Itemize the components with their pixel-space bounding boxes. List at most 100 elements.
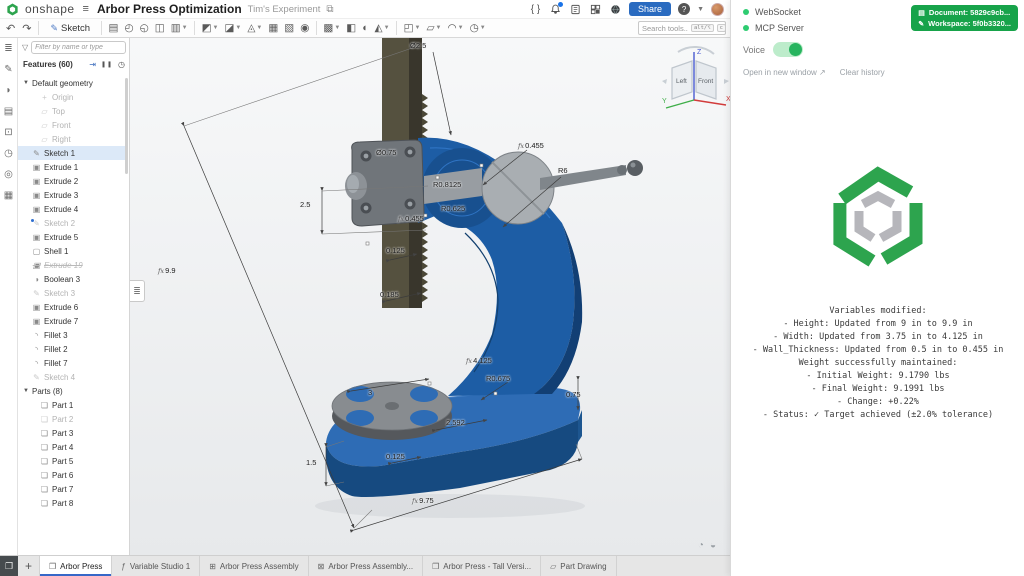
tree-item[interactable]: ❏Part 8	[18, 496, 126, 510]
thicken-icon[interactable]: ▥▼	[169, 22, 189, 34]
boolean-icon[interactable]: ◐	[361, 22, 370, 34]
tree-item[interactable]: ✎Sketch 1	[18, 146, 126, 160]
comments-icon[interactable]: ◗	[5, 86, 11, 96]
split-icon[interactable]: ◭▼	[373, 22, 391, 34]
section-view-icon[interactable]: ◔	[698, 540, 704, 551]
draft-icon[interactable]: ◬▼	[246, 22, 264, 34]
model-canvas[interactable]: Ø2.52.5fx9.9Ø0.75fx0.455R6R0.8125R0.625f…	[130, 38, 730, 555]
tab-part-drawing[interactable]: ▱Part Drawing	[541, 556, 616, 576]
tree-item[interactable]: ▣Extrude 7	[18, 314, 126, 328]
share-button[interactable]: Share	[629, 2, 671, 16]
search-icon[interactable]: ◎	[4, 170, 13, 180]
insert-icon[interactable]: ⇥	[89, 60, 96, 69]
rib-icon[interactable]: ▦	[267, 22, 280, 34]
curve-icon[interactable]: ◠▼	[446, 22, 465, 34]
tree-item[interactable]: ▢Shell 1	[18, 244, 126, 258]
tab-variable-studio-1[interactable]: ƒVariable Studio 1	[112, 556, 200, 576]
sketch-icon: ✎	[32, 149, 41, 158]
add-tab-button[interactable]: +	[18, 556, 40, 576]
tree-item[interactable]: ▱Right	[18, 132, 126, 146]
apps-grid-icon[interactable]	[589, 3, 602, 16]
tree-item-label: Shell 1	[44, 247, 68, 256]
tables-icon[interactable]: ▦	[4, 191, 13, 201]
chamfer-icon[interactable]: ◪▼	[223, 22, 243, 34]
sketch-button[interactable]: ✎ Sketch	[44, 21, 96, 36]
tree-item[interactable]: ▣Extrude 1	[18, 160, 126, 174]
tree-item[interactable]: ▱Top	[18, 104, 126, 118]
mirror-icon[interactable]: ◧	[345, 22, 358, 34]
perspective-icon[interactable]: ◒	[710, 540, 716, 551]
avatar[interactable]	[711, 3, 724, 16]
undo-button[interactable]: ↶	[4, 22, 17, 35]
clear-history-link[interactable]: Clear history	[840, 68, 885, 77]
chevron-down-icon[interactable]: ▼	[697, 6, 704, 13]
tab-manager-icon[interactable]: ❐	[0, 556, 18, 576]
redo-button[interactable]: ↷	[20, 22, 33, 35]
open-new-window-link[interactable]: Open in new window ↗	[743, 68, 826, 77]
notes-icon[interactable]	[569, 3, 582, 16]
tree-item[interactable]: ❏Part 5	[18, 454, 126, 468]
history-icon[interactable]: ◷	[4, 149, 13, 159]
hole-icon[interactable]: ◉	[299, 22, 311, 34]
history-icon[interactable]: ◷	[118, 60, 125, 69]
tree-item[interactable]: ◝Fillet 7	[18, 356, 126, 370]
tree-item[interactable]: +Origin	[18, 90, 126, 104]
tree-item[interactable]: ❏Part 1	[18, 398, 126, 412]
tree-item[interactable]: ✎Sketch 3	[18, 286, 126, 300]
feature-list-icon[interactable]: ▤	[4, 107, 13, 117]
appearance-icon[interactable]: ✎	[4, 65, 12, 75]
transform-icon[interactable]: ◰▼	[402, 22, 422, 34]
tree-item[interactable]: ❏Part 3	[18, 426, 126, 440]
tree-item[interactable]: ▣Extrude 6	[18, 300, 126, 314]
tree-item[interactable]: ▣Extrude 2	[18, 174, 126, 188]
panel-flyout-toggle[interactable]: ≣	[130, 280, 145, 302]
sweep-icon[interactable]: ◵	[138, 22, 150, 34]
tree-item[interactable]: ✎Sketch 4	[18, 370, 126, 384]
tree-group-default-geometry[interactable]: ▼Default geometry	[18, 76, 126, 90]
filter-input[interactable]	[31, 41, 126, 54]
globe-icon[interactable]	[609, 3, 622, 16]
view-cube[interactable]: Z Y X Left Front	[658, 44, 730, 118]
tree-item[interactable]: ❏Part 6	[18, 468, 126, 482]
tree-item[interactable]: ❏Part 2	[18, 412, 126, 426]
help-button[interactable]: ?	[678, 3, 690, 15]
tree-item[interactable]: ▣Extrude 3	[18, 188, 126, 202]
loft-icon[interactable]: ◫	[153, 22, 166, 34]
code-icon[interactable]: { }	[529, 3, 542, 16]
tree-item[interactable]: ▱Front	[18, 118, 126, 132]
notifications-bell-icon[interactable]	[549, 3, 562, 16]
tree-item[interactable]: ▣Extrude 4	[18, 202, 126, 216]
tree-item[interactable]: ▣Extrude 19	[18, 258, 126, 272]
chevron-down-icon[interactable]: ▼	[23, 80, 29, 86]
configurations-icon[interactable]: ≣	[4, 44, 12, 54]
scrollbar[interactable]	[125, 78, 128, 174]
plane-icon[interactable]: ▱▼	[425, 22, 443, 34]
tree-item[interactable]: ✎Sketch 2	[18, 216, 126, 230]
measure-icon[interactable]: ◷▼	[468, 22, 487, 34]
extrude-icon[interactable]: ▤	[107, 22, 120, 34]
voice-toggle[interactable]	[773, 42, 803, 57]
tree-item[interactable]: ❏Part 4	[18, 440, 126, 454]
tab-arbor-press-tall-versi-[interactable]: ❒Arbor Press - Tall Versi...	[423, 556, 541, 576]
chevron-down-icon[interactable]: ▼	[23, 388, 29, 394]
workspace-name[interactable]: Tim's Experiment	[248, 4, 321, 15]
tree-item[interactable]: ◝Fillet 2	[18, 342, 126, 356]
shell-icon[interactable]: ▧	[283, 22, 296, 34]
revolve-icon[interactable]: ◴	[123, 22, 135, 34]
document-menu-icon[interactable]: ≡	[83, 3, 89, 15]
tree-item[interactable]: ❏Part 7	[18, 482, 126, 496]
pause-icon[interactable]: ❚❚	[101, 61, 113, 68]
tree-group-parts-8-[interactable]: ▼Parts (8)	[18, 384, 126, 398]
dimension-label: 0.125	[386, 246, 405, 255]
instances-icon[interactable]: ⊡	[4, 128, 12, 138]
tree-item[interactable]: ▣Extrude 5	[18, 230, 126, 244]
pattern-icon[interactable]: ▩▼	[322, 22, 342, 34]
link-icon[interactable]: ⧉	[326, 4, 333, 15]
tab-arbor-press-assembly[interactable]: ⊞Arbor Press Assembly	[200, 556, 308, 576]
fillet-icon[interactable]: ◩▼	[200, 22, 220, 34]
tab-arbor-press[interactable]: ❒Arbor Press	[40, 556, 112, 576]
search-tools-input[interactable]	[642, 24, 688, 33]
tree-item[interactable]: ◑Boolean 3	[18, 272, 126, 286]
tree-item[interactable]: ◝Fillet 3	[18, 328, 126, 342]
tab-arbor-press-assembly-[interactable]: ⊠Arbor Press Assembly...	[309, 556, 423, 576]
